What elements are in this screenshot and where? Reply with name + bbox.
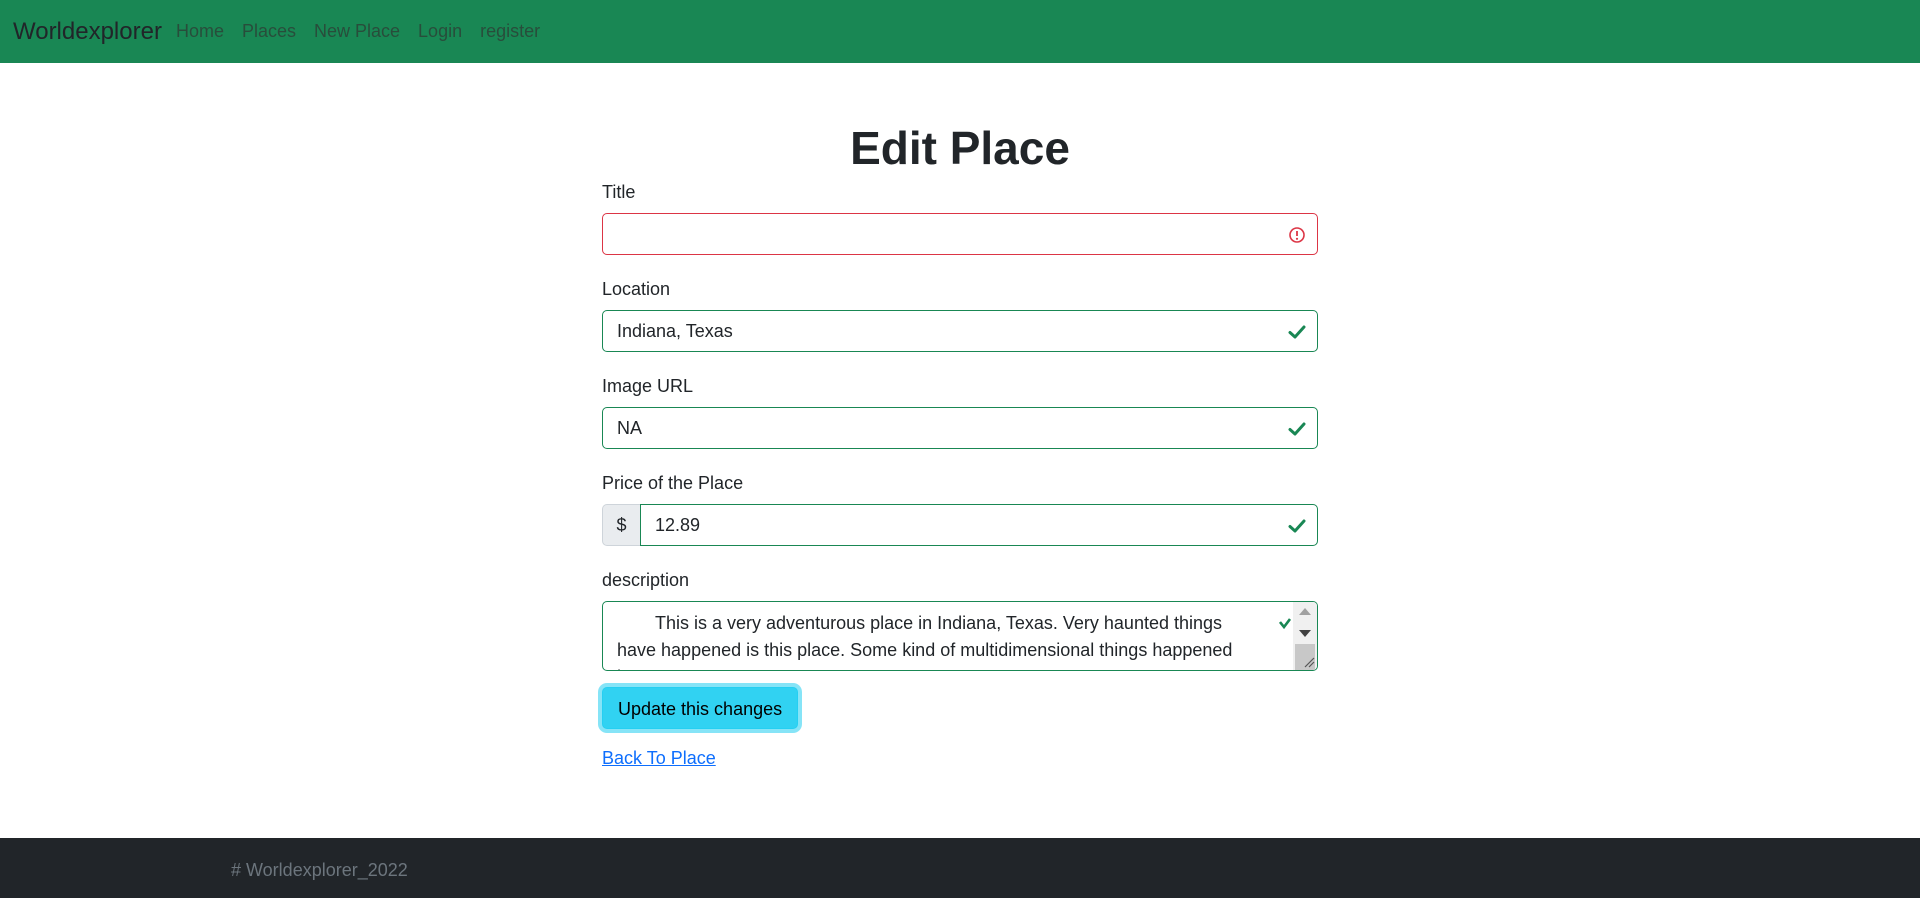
nav-places[interactable]: Places — [242, 21, 296, 42]
image-url-label: Image URL — [602, 376, 694, 396]
price-input-group: $ — [602, 504, 1318, 546]
footer: # Worldexplorer_2022 — [0, 838, 1920, 898]
check-icon — [1288, 422, 1306, 436]
nav-login[interactable]: Login — [418, 21, 462, 42]
error-icon — [1289, 227, 1305, 243]
check-icon — [1288, 519, 1306, 533]
title-input[interactable] — [603, 214, 1317, 254]
title-field-wrapper — [602, 213, 1318, 255]
price-label: Price of the Place — [602, 473, 744, 493]
nav-new-place[interactable]: New Place — [314, 21, 400, 42]
price-input[interactable] — [641, 505, 1317, 545]
currency-addon: $ — [602, 504, 640, 546]
back-to-place-link[interactable]: Back To Place — [602, 748, 1318, 769]
location-field-wrapper — [602, 310, 1318, 352]
description-text: This is a very adventurous place in Indi… — [617, 613, 1233, 670]
location-label: Location — [602, 279, 671, 299]
resize-handle-icon[interactable] — [1303, 656, 1315, 668]
image-url-field-wrapper — [602, 407, 1318, 449]
title-label: Title — [602, 182, 636, 202]
edit-place-form: Edit Place Title Location Image URL Pric… — [602, 118, 1318, 769]
check-icon — [1288, 325, 1306, 339]
description-label: description — [602, 570, 690, 590]
nav-home[interactable]: Home — [176, 21, 224, 42]
description-textarea[interactable]: This is a very adventurous place in Indi… — [602, 601, 1318, 671]
nav-register[interactable]: register — [480, 21, 540, 42]
footer-text: # Worldexplorer_2022 — [231, 860, 408, 880]
scroll-down-arrow-icon[interactable] — [1299, 630, 1311, 637]
location-input[interactable] — [603, 311, 1317, 351]
check-icon — [1279, 618, 1291, 630]
brand-link[interactable]: Worldexplorer — [13, 18, 162, 46]
page-title: Edit Place — [850, 122, 1070, 174]
update-button[interactable]: Update this changes — [602, 687, 799, 729]
top-navbar: Worldexplorer Home Places New Place Logi… — [0, 0, 1920, 63]
price-field-wrapper — [640, 504, 1318, 546]
scroll-up-arrow-icon[interactable] — [1299, 608, 1311, 615]
image-url-input[interactable] — [603, 408, 1317, 448]
